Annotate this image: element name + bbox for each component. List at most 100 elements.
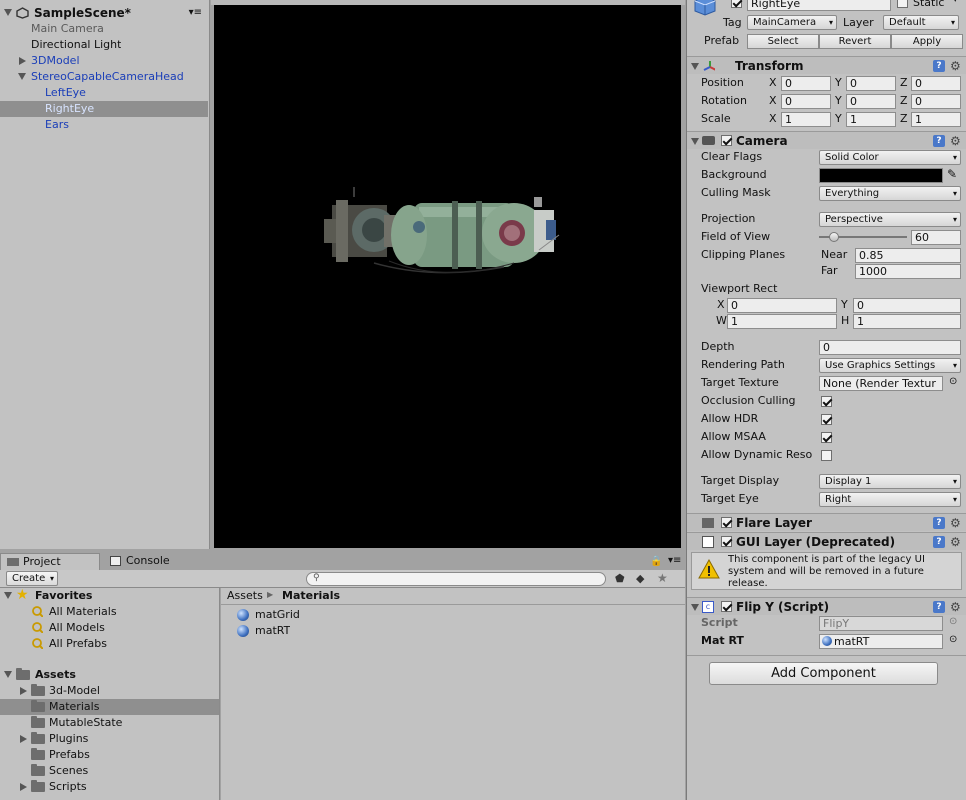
favorites-item-all-prefabs[interactable]: All Prefabs	[0, 636, 219, 652]
target-display-dropdown[interactable]: Display 1 ▾	[819, 474, 961, 489]
object-picker-icon[interactable]: ⊙	[949, 376, 957, 387]
folder-3d-model[interactable]: 3d-Model	[0, 683, 219, 699]
panel-menu-icon[interactable]: ▾≡	[668, 555, 681, 566]
fold-open-icon[interactable]	[4, 592, 12, 599]
static-checkbox[interactable]	[897, 0, 908, 8]
hierarchy-item-lefteye[interactable]: LeftEye	[0, 85, 208, 101]
position-x-field[interactable]: 0	[781, 76, 831, 91]
target-texture-field[interactable]: None (Render Textur	[819, 376, 943, 391]
fold-open-icon[interactable]	[691, 604, 699, 611]
filter-type-icon[interactable]: ⬟	[615, 572, 625, 585]
rotation-y-field[interactable]: 0	[846, 94, 896, 109]
gear-icon[interactable]: ⚙	[950, 135, 961, 147]
fold-open-icon[interactable]	[691, 63, 699, 70]
help-icon[interactable]: ?	[933, 517, 945, 529]
rotation-x-field[interactable]: 0	[781, 94, 831, 109]
position-z-field[interactable]: 0	[911, 76, 961, 91]
fold-open-icon[interactable]	[18, 73, 26, 80]
rendering-path-dropdown[interactable]: Use Graphics Settings ▾	[819, 358, 961, 373]
camera-header[interactable]: Camera ? ⚙	[687, 131, 966, 149]
allow-dynamic-resolution-checkbox[interactable]	[821, 450, 832, 461]
mat-rt-field[interactable]: matRT	[819, 634, 943, 649]
asset-item-matrt[interactable]: matRT	[237, 624, 437, 640]
hierarchy-item-3dmodel[interactable]: 3DModel	[0, 53, 208, 69]
projection-dropdown[interactable]: Perspective ▾	[819, 212, 961, 227]
fold-closed-icon[interactable]	[19, 57, 26, 65]
allow-msaa-checkbox[interactable]	[821, 432, 832, 443]
folder-mutablestate[interactable]: MutableState	[0, 715, 219, 731]
hierarchy-item-stereo-camera-head[interactable]: StereoCapableCameraHead	[0, 69, 208, 85]
favorites-row[interactable]: ★ Favorites	[0, 587, 219, 604]
flare-layer-enabled-checkbox[interactable]	[721, 517, 732, 528]
asset-item-matgrid[interactable]: matGrid	[237, 608, 437, 624]
fov-slider-track[interactable]	[819, 232, 907, 242]
fold-open-icon[interactable]	[4, 671, 12, 678]
occlusion-culling-checkbox[interactable]	[821, 396, 832, 407]
hierarchy-item-directional-light[interactable]: Directional Light	[0, 37, 208, 53]
rotation-z-field[interactable]: 0	[911, 94, 961, 109]
fold-closed-icon[interactable]	[20, 687, 27, 695]
help-icon[interactable]: ?	[933, 601, 945, 613]
flip-y-enabled-checkbox[interactable]	[721, 601, 732, 612]
active-checkbox[interactable]	[731, 0, 742, 8]
depth-field[interactable]: 0	[819, 340, 961, 355]
scale-x-field[interactable]: 1	[781, 112, 831, 127]
folder-scenes[interactable]: Scenes	[0, 763, 219, 779]
object-name-field[interactable]: RightEye	[747, 0, 891, 11]
lock-icon[interactable]: 🔒	[650, 556, 662, 567]
folder-scripts[interactable]: Scripts	[0, 779, 219, 795]
gear-icon[interactable]: ⚙	[950, 517, 961, 529]
fov-field[interactable]: 60	[911, 230, 961, 245]
clear-flags-dropdown[interactable]: Solid Color ▾	[819, 150, 961, 165]
tag-dropdown[interactable]: MainCamera ▾	[747, 15, 837, 30]
breadcrumb-current[interactable]: Materials	[282, 589, 340, 602]
prefab-select-button[interactable]: Select	[747, 34, 819, 49]
tab-console[interactable]: Console	[104, 553, 204, 570]
add-component-button[interactable]: Add Component	[709, 662, 938, 685]
background-color-swatch[interactable]	[819, 168, 943, 183]
fov-slider-thumb[interactable]	[828, 232, 839, 242]
static-dropdown-icon[interactable]: ▾	[953, 0, 958, 5]
eyedropper-icon[interactable]: ✎	[947, 167, 957, 181]
gui-layer-header[interactable]: GUI Layer (Deprecated) ? ⚙	[687, 532, 966, 550]
filter-label-icon[interactable]: ◆	[636, 572, 644, 585]
near-field[interactable]: 0.85	[855, 248, 961, 263]
game-view[interactable]	[214, 5, 681, 548]
hierarchy-item-ears[interactable]: Ears	[0, 117, 208, 133]
viewport-y-field[interactable]: 0	[853, 298, 961, 313]
viewport-h-field[interactable]: 1	[853, 314, 961, 329]
fold-closed-icon[interactable]	[20, 783, 27, 791]
culling-mask-dropdown[interactable]: Everything ▾	[819, 186, 961, 201]
allow-hdr-checkbox[interactable]	[821, 414, 832, 425]
assets-row[interactable]: Assets	[0, 667, 219, 683]
position-y-field[interactable]: 0	[846, 76, 896, 91]
help-icon[interactable]: ?	[933, 536, 945, 548]
fold-closed-icon[interactable]	[20, 735, 27, 743]
prefab-apply-button[interactable]: Apply	[891, 34, 963, 49]
create-dropdown[interactable]: Create ▾	[6, 571, 58, 586]
hierarchy-item-righteye[interactable]: RightEye	[0, 101, 208, 117]
scale-y-field[interactable]: 1	[846, 112, 896, 127]
far-field[interactable]: 1000	[855, 264, 961, 279]
target-eye-dropdown[interactable]: Right ▾	[819, 492, 961, 507]
scene-menu-icon[interactable]: ▾≡	[189, 5, 202, 21]
layer-dropdown[interactable]: Default ▾	[883, 15, 959, 30]
flare-layer-header[interactable]: Flare Layer ? ⚙	[687, 513, 966, 531]
object-picker-icon[interactable]: ⊙	[949, 634, 957, 645]
prefab-revert-button[interactable]: Revert	[819, 34, 891, 49]
gear-icon[interactable]: ⚙	[950, 601, 961, 613]
favorites-item-all-materials[interactable]: All Materials	[0, 604, 219, 620]
viewport-w-field[interactable]: 1	[727, 314, 837, 329]
breadcrumb-root[interactable]: Assets	[227, 589, 263, 602]
folder-plugins[interactable]: Plugins	[0, 731, 219, 747]
gui-layer-enabled-checkbox[interactable]	[721, 536, 732, 547]
help-icon[interactable]: ?	[933, 60, 945, 72]
help-icon[interactable]: ?	[933, 135, 945, 147]
gear-icon[interactable]: ⚙	[950, 60, 961, 72]
transform-header[interactable]: Transform ? ⚙	[687, 56, 966, 74]
gear-icon[interactable]: ⚙	[950, 536, 961, 548]
folder-materials[interactable]: Materials	[0, 699, 219, 715]
fold-open-icon[interactable]	[4, 9, 12, 16]
scale-z-field[interactable]: 1	[911, 112, 961, 127]
fold-open-icon[interactable]	[691, 138, 699, 145]
